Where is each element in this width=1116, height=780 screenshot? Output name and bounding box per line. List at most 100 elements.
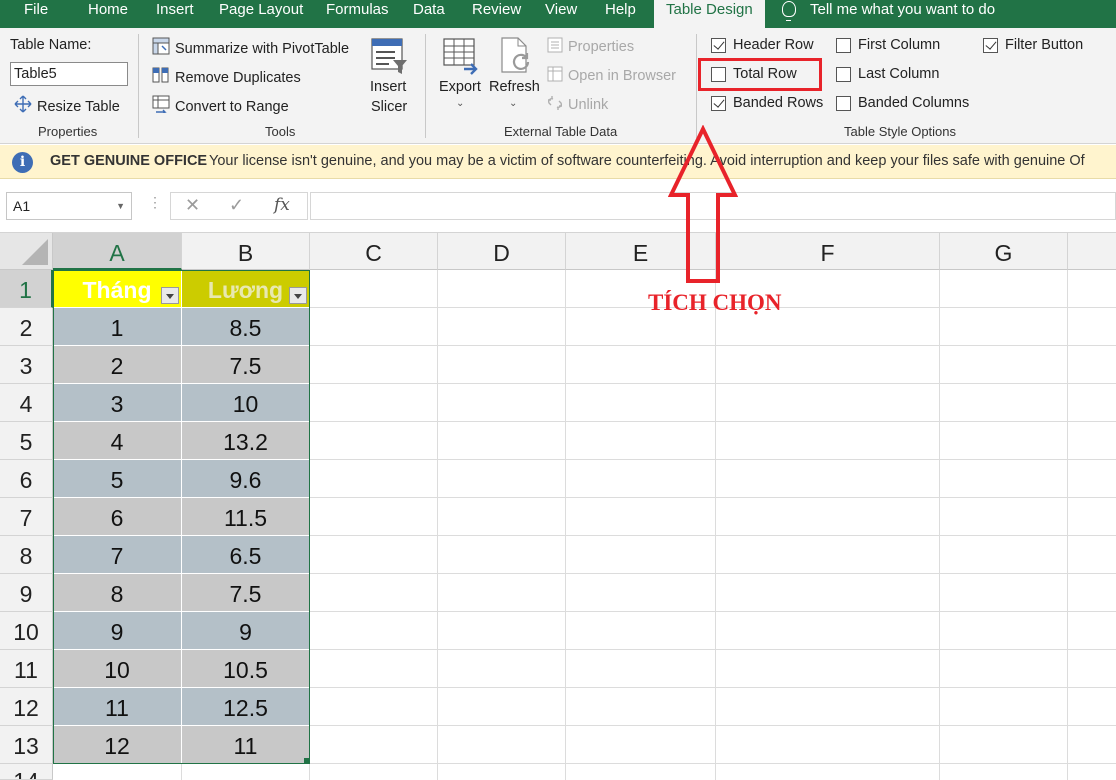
column-header-f[interactable]: F [716,233,940,270]
tab-file[interactable]: File [24,0,48,28]
tab-view[interactable]: View [545,0,577,28]
table-cell[interactable]: 10 [182,384,310,422]
column-header-b[interactable]: B [182,233,310,270]
row-header-14[interactable]: 14 [0,764,53,780]
insert-slicer-line2[interactable]: Slicer [371,99,407,115]
tab-review[interactable]: Review [472,0,521,28]
row-header-5[interactable]: 5 [0,422,53,460]
table-cell[interactable]: 1 [53,308,182,346]
insert-slicer-icon [369,36,409,76]
properties-button[interactable]: Properties [547,37,634,55]
table-cell[interactable]: 3 [53,384,182,422]
row-header-8[interactable]: 8 [0,536,53,574]
total-row-highlight [698,58,822,91]
export-dropdown-chevron-icon[interactable]: ⌄ [456,98,464,109]
row-header-6[interactable]: 6 [0,460,53,498]
column-header-a[interactable]: A [53,233,182,270]
row-header-3[interactable]: 3 [0,346,53,384]
table-cell[interactable]: 9.6 [182,460,310,498]
banded-rows-checkbox[interactable] [711,96,726,111]
formula-bar-grip-icon[interactable]: ⋮ [148,194,162,211]
export-button[interactable]: Export [439,79,481,95]
row-header-10[interactable]: 10 [0,612,53,650]
table-cell[interactable]: 2 [53,346,182,384]
gridline [309,764,310,780]
refresh-dropdown-chevron-icon[interactable]: ⌄ [509,98,517,109]
lightbulb-icon [782,1,796,21]
banded-columns-label[interactable]: Banded Columns [858,95,969,111]
column-header-c[interactable]: C [310,233,438,270]
table-cell[interactable]: 8 [53,574,182,612]
name-box-dropdown-icon[interactable]: ▼ [116,193,125,219]
filter-dropdown-icon[interactable] [161,287,179,304]
tab-formulas[interactable]: Formulas [326,0,389,28]
remove-duplicates-label: Remove Duplicates [175,70,301,86]
table-cell[interactable]: 10 [53,650,182,688]
name-box[interactable]: A1 ▼ [6,192,132,220]
table-cell[interactable]: 7.5 [182,574,310,612]
gridline [181,764,182,780]
filter-button-checkbox[interactable] [983,38,998,53]
unlink-button[interactable]: Unlink [547,95,608,113]
table-cell[interactable]: 11 [53,688,182,726]
table-cell[interactable]: 13.2 [182,422,310,460]
table-cell[interactable]: 5 [53,460,182,498]
enter-icon[interactable]: ✓ [229,195,244,216]
table-name-input[interactable]: Table5 [10,62,128,86]
row-header-1[interactable]: 1 [0,270,53,308]
banded-columns-checkbox[interactable] [836,96,851,111]
open-in-browser-button[interactable]: Open in Browser [547,66,676,84]
table-header-luong-label: Lương [207,277,284,303]
row-header-13[interactable]: 13 [0,726,53,764]
row-header-7[interactable]: 7 [0,498,53,536]
row-header-9[interactable]: 9 [0,574,53,612]
select-all-button[interactable] [0,233,53,270]
column-header-d[interactable]: D [438,233,566,270]
tell-me-search[interactable]: Tell me what you want to do [782,0,995,28]
header-row-checkbox[interactable] [711,38,726,53]
table-cell[interactable]: 4 [53,422,182,460]
column-header-h[interactable] [1068,233,1116,270]
resize-table-button[interactable]: Resize Table [14,95,120,115]
table-cell[interactable]: 11 [182,726,310,764]
tab-data[interactable]: Data [413,0,445,28]
summarize-pivottable-button[interactable]: Summarize with PivotTable [152,37,349,57]
last-column-checkbox[interactable] [836,67,851,82]
header-row-label[interactable]: Header Row [733,37,814,53]
insert-slicer-line1[interactable]: Insert [370,79,406,95]
first-column-label[interactable]: First Column [858,37,940,53]
table-cell[interactable]: 6.5 [182,536,310,574]
remove-duplicates-button[interactable]: Remove Duplicates [152,66,301,86]
row-header-4[interactable]: 4 [0,384,53,422]
table-cell[interactable]: 8.5 [182,308,310,346]
cancel-icon[interactable]: ✕ [185,195,200,216]
table-cell[interactable]: 12 [53,726,182,764]
table-cell[interactable]: 7.5 [182,346,310,384]
table-cell[interactable]: 9 [53,612,182,650]
convert-to-range-button[interactable]: Convert to Range [152,95,289,115]
row-header-2[interactable]: 2 [0,308,53,346]
first-column-checkbox[interactable] [836,38,851,53]
table-cell[interactable]: 12.5 [182,688,310,726]
ribbon-divider [425,34,426,138]
table-cell[interactable]: 7 [53,536,182,574]
table-cell[interactable]: 9 [182,612,310,650]
tab-insert[interactable]: Insert [156,0,194,28]
table-cell[interactable]: 6 [53,498,182,536]
insert-function-icon[interactable]: fx [274,195,290,215]
refresh-button[interactable]: Refresh [489,79,540,95]
tab-home[interactable]: Home [88,0,128,28]
filter-dropdown-icon[interactable] [289,287,307,304]
table-cell[interactable]: 11.5 [182,498,310,536]
banded-rows-label[interactable]: Banded Rows [733,95,823,111]
row-header-12[interactable]: 12 [0,688,53,726]
last-column-label[interactable]: Last Column [858,66,939,82]
tab-table-design[interactable]: Table Design [654,0,765,28]
table-resize-handle[interactable] [304,758,310,764]
tab-page-layout[interactable]: Page Layout [219,0,303,28]
column-header-g[interactable]: G [940,233,1068,270]
tab-help[interactable]: Help [605,0,636,28]
table-cell[interactable]: 10.5 [182,650,310,688]
filter-button-label[interactable]: Filter Button [1005,37,1083,53]
row-header-11[interactable]: 11 [0,650,53,688]
